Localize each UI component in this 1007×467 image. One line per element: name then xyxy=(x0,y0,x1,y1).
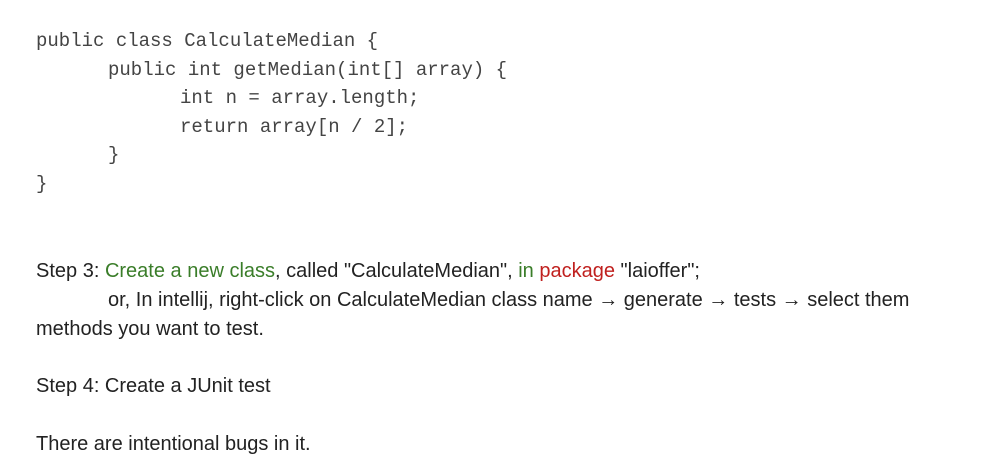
step-3-in-text: in xyxy=(518,260,534,282)
step-3-called-text: , called "CalculateMedian", xyxy=(275,260,519,282)
code-line-class-declaration: public class CalculateMedian { xyxy=(36,30,379,52)
code-line-class-close-brace: } xyxy=(36,172,48,195)
code-line-length-assignment: int n = array.length; xyxy=(180,87,420,110)
step-3-intellij-instructions: or, In intellij, right-click on Calculat… xyxy=(36,289,910,340)
code-line-return-statement: return array[n / 2]; xyxy=(180,115,409,138)
code-line-method-declaration: public int getMedian(int[] array) { xyxy=(108,58,508,81)
step-3-create-class-text: Create a new class xyxy=(104,260,276,282)
bugs-note: There are intentional bugs in it. xyxy=(36,433,311,455)
code-block: public class CalculateMedian { public in… xyxy=(36,27,507,199)
step-4-paragraph: Step 4: Create a JUnit test xyxy=(36,375,271,397)
step-3-package-keyword: package xyxy=(539,260,615,282)
step-3-first-line: Step 3: Create a new class, called "Calc… xyxy=(36,257,976,286)
step-3-package-name: "laioffer"; xyxy=(615,260,700,282)
step-3-prefix: Step 3: xyxy=(36,260,105,282)
code-line-method-close-brace: } xyxy=(108,144,120,167)
step-3-paragraph: Step 3: Create a new class, called "Calc… xyxy=(36,257,976,344)
